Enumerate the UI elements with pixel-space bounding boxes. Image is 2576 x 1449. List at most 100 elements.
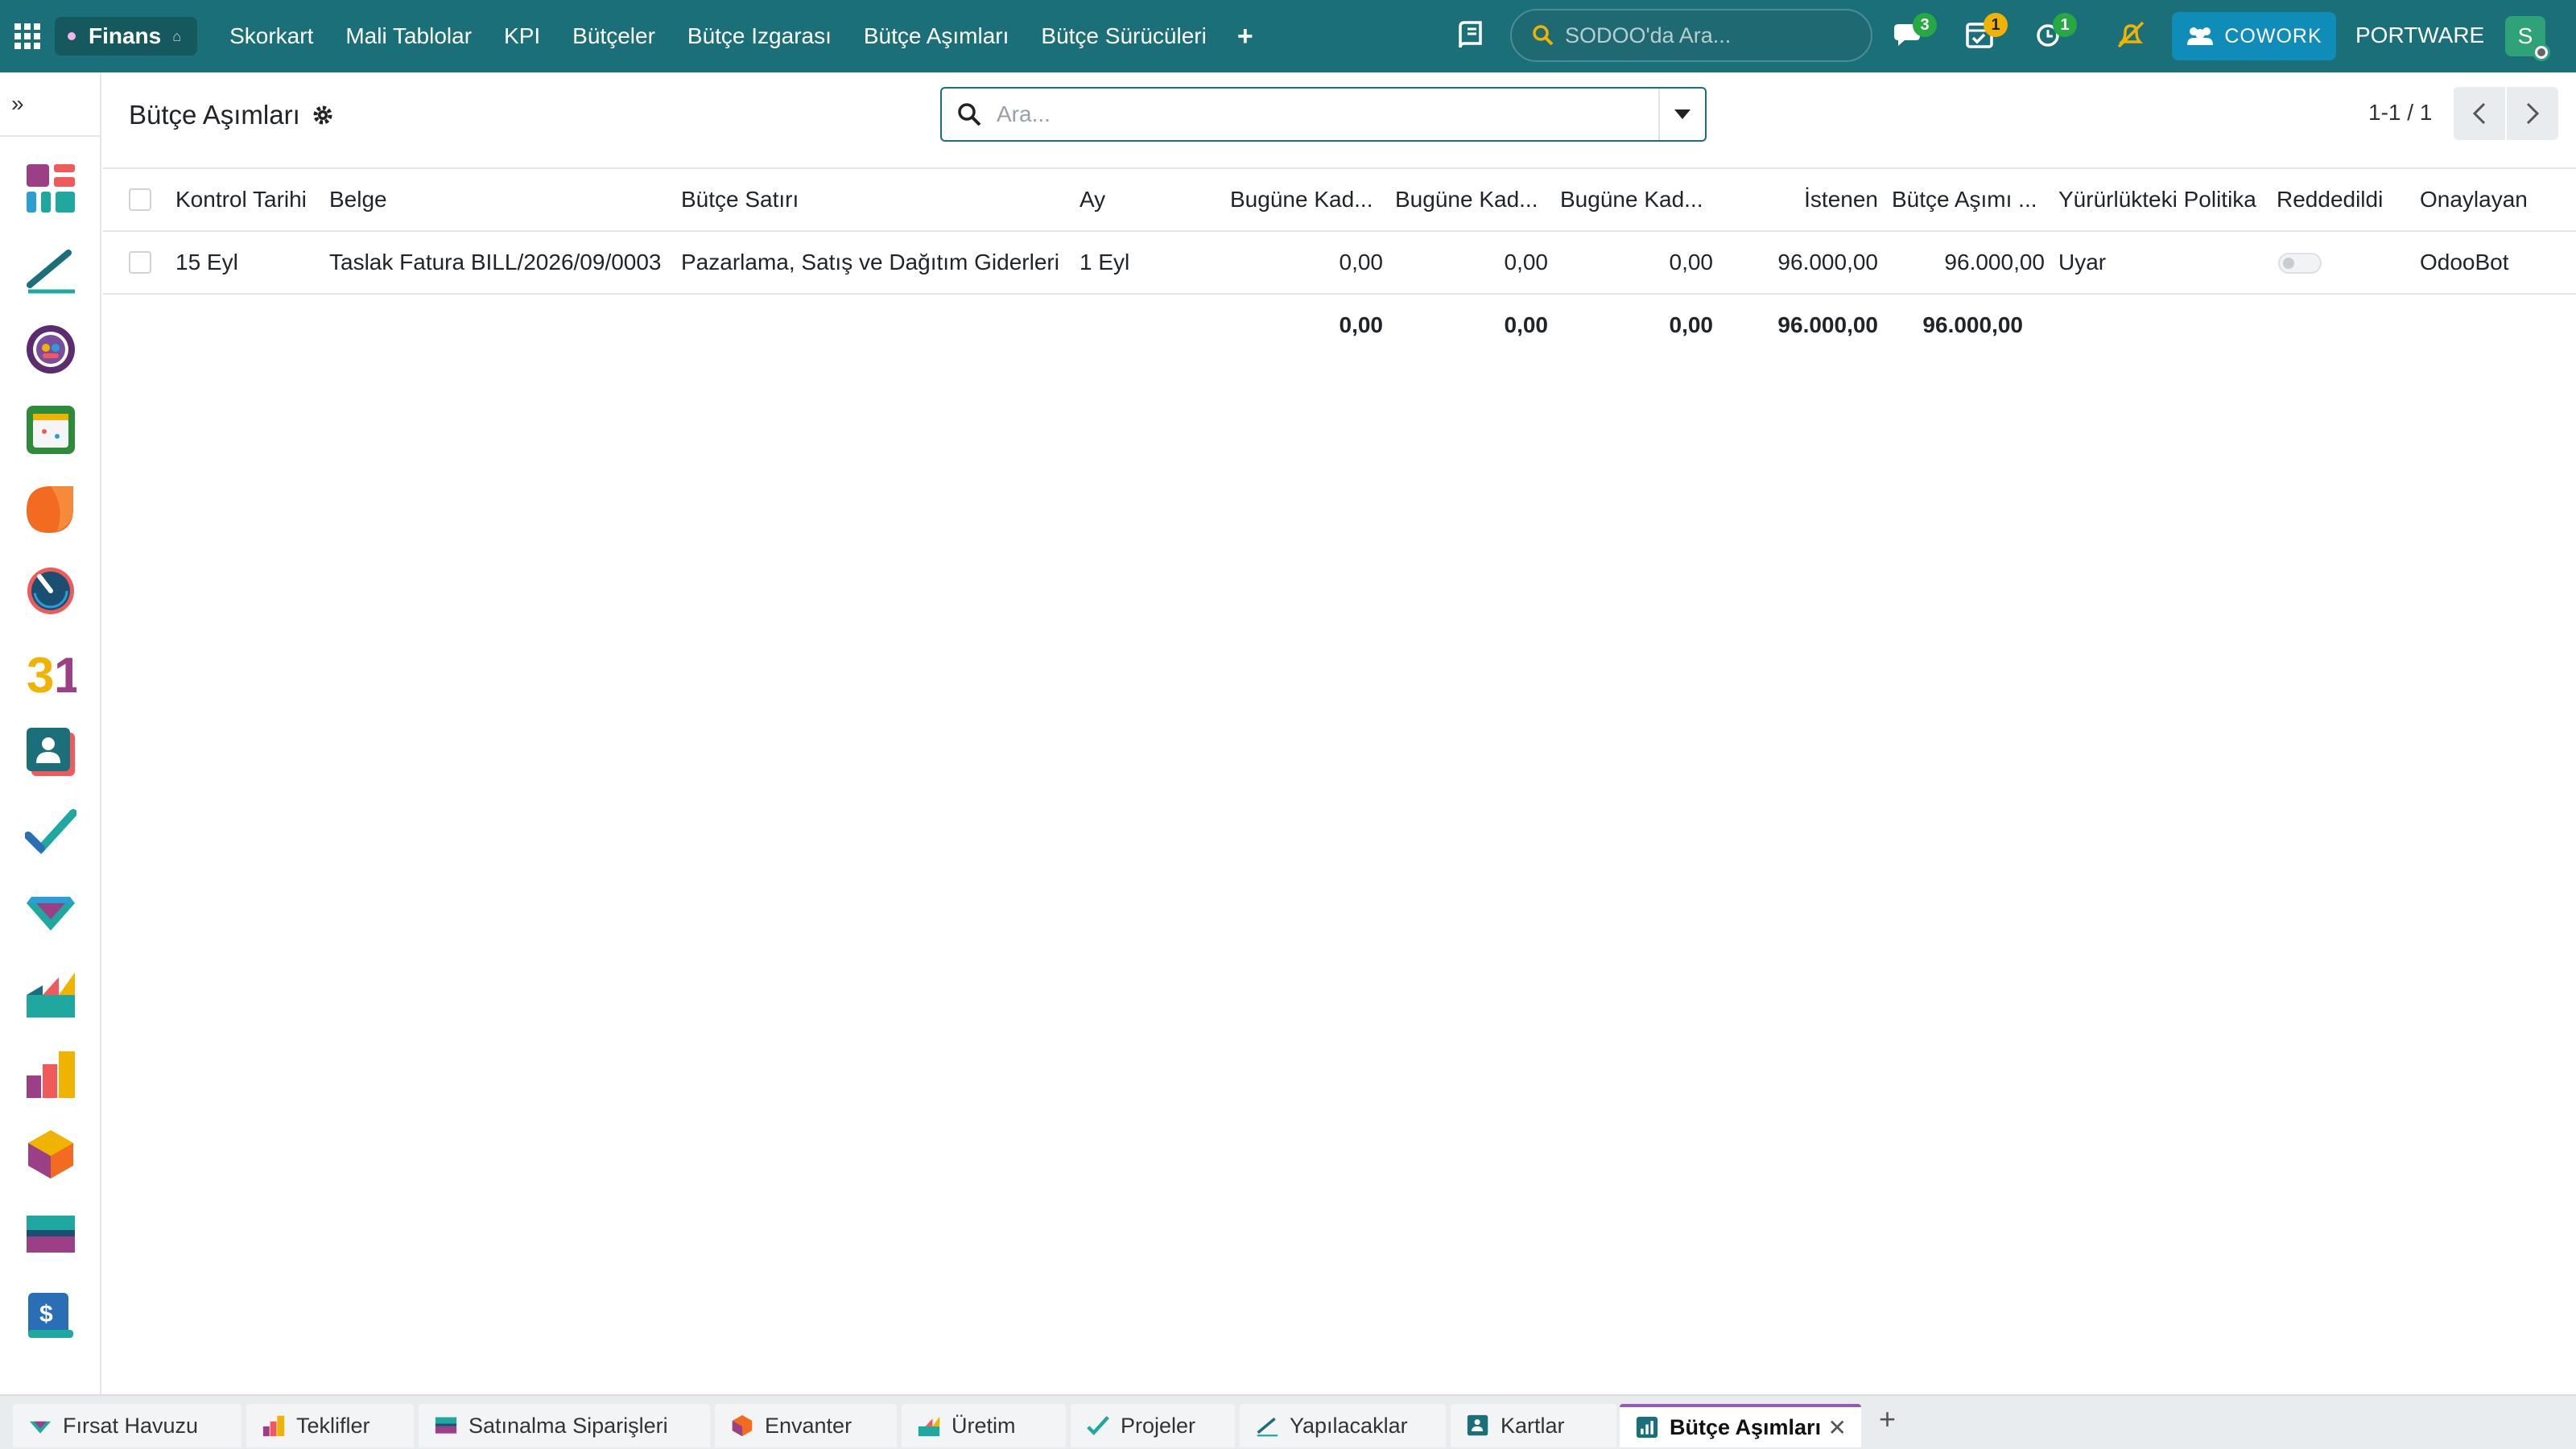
column-header-ay[interactable]: Ay	[1080, 169, 1200, 230]
contacts-icon[interactable]	[25, 726, 76, 778]
svg-text:1: 1	[54, 648, 76, 697]
select-all-checkbox[interactable]	[129, 188, 151, 211]
breadcrumb: Bütçe Aşımları	[129, 100, 334, 130]
table-header-row: Kontrol Tarihi Belge Bütçe Satırı Ay Bug…	[103, 169, 2576, 232]
menu-mali-tablolar[interactable]: Mali Tablolar	[345, 23, 472, 49]
company-switcher[interactable]: PORTWARE	[2355, 23, 2484, 48]
pager-value[interactable]: 1-1 / 1	[2368, 100, 2432, 126]
tab-projeler[interactable]: Projeler	[1071, 1404, 1235, 1447]
cell-bugune-kadar-1: 0,00	[1339, 250, 1384, 275]
column-header-bugune-kadar-1[interactable]: Bugüne Kad...	[1230, 169, 1379, 230]
tab-yapilacaklar[interactable]: Yapılacaklar	[1240, 1404, 1446, 1447]
global-search-placeholder: SODOO'da Ara...	[1565, 23, 1732, 47]
pager-previous-button[interactable]	[2454, 87, 2505, 140]
column-header-yururlukteki-politika[interactable]: Yürürlükteki Politika	[2058, 169, 2268, 230]
user-avatar[interactable]: S	[2505, 16, 2550, 61]
project-icon[interactable]	[25, 807, 76, 858]
users-icon	[2187, 27, 2214, 45]
messages-button[interactable]: 3	[1890, 13, 1937, 55]
invoice-icon[interactable]: $	[25, 1290, 76, 1341]
purchase-icon	[435, 1417, 457, 1434]
column-header-kontrol-tarihi[interactable]: Kontrol Tarihi	[175, 169, 328, 230]
contacts-icon	[1467, 1414, 1488, 1436]
menu-butce-izgarasi[interactable]: Bütçe Izgarası	[687, 23, 832, 49]
column-header-bugune-kadar-2[interactable]: Bugüne Kad...	[1395, 169, 1544, 230]
documentation-book-icon[interactable]	[1457, 19, 1484, 52]
cowork-button[interactable]: COWORK	[2172, 12, 2336, 60]
gear-icon[interactable]	[312, 104, 334, 126]
tab-uretim[interactable]: Üretim	[902, 1404, 1066, 1447]
table-row[interactable]: 15 Eyl Taslak Fatura BILL/2026/09/0003 P…	[103, 232, 2576, 295]
menu-skorkart[interactable]: Skorkart	[229, 23, 313, 49]
discuss-icon[interactable]	[25, 485, 76, 536]
total-istenen: 96.000,00	[1777, 312, 1878, 337]
current-app-button[interactable]: Finans ⌂	[55, 17, 198, 56]
column-header-belge[interactable]: Belge	[329, 169, 667, 230]
messages-badge: 3	[1913, 13, 1937, 37]
menu-butce-asimlari[interactable]: Bütçe Aşımları	[864, 23, 1009, 49]
purchase-icon[interactable]	[25, 1209, 76, 1261]
tab-firsat-havuzu[interactable]: Fırsat Havuzu	[13, 1404, 242, 1447]
timesheet-icon[interactable]	[25, 565, 76, 617]
pager-next-button[interactable]	[2507, 87, 2558, 140]
menu-kpi[interactable]: KPI	[504, 23, 540, 49]
manufacturing-icon[interactable]	[25, 968, 76, 1019]
search-icon	[1533, 25, 1554, 46]
notifications-off-button[interactable]	[2111, 14, 2151, 55]
current-app-name: Finans	[89, 23, 162, 48]
app-grid-icon[interactable]	[14, 23, 40, 49]
search-input[interactable]: Ara...	[997, 101, 1051, 127]
column-header-istenen[interactable]: İstenen	[1729, 169, 1878, 230]
close-tab-icon[interactable]: ✕	[1828, 1414, 1847, 1441]
menu-butce-suruculeri[interactable]: Bütçe Sürücüleri	[1041, 23, 1206, 49]
tab-satinalma-siparisleri[interactable]: Satınalma Siparişleri	[419, 1404, 710, 1447]
tab-label: Kartlar	[1501, 1413, 1565, 1438]
timer-button[interactable]: 1	[2030, 13, 2077, 55]
agenda-31-icon[interactable]: 3 1	[25, 646, 76, 697]
column-header-butce-asimi[interactable]: Bütçe Aşımı ...	[1892, 169, 2049, 230]
project-icon	[1087, 1416, 1109, 1435]
todo-icon[interactable]	[25, 243, 76, 295]
main-menu: Skorkart Mali Tablolar KPI Bütçeler Bütç…	[213, 21, 1253, 52]
dashboard-icon[interactable]	[25, 163, 76, 214]
chevron-right-icon	[2526, 102, 2539, 125]
cell-belge: Taslak Fatura BILL/2026/09/0003	[329, 250, 662, 275]
cell-onaylayan: OdooBot	[2420, 250, 2509, 275]
column-header-butce-satiri[interactable]: Bütçe Satırı	[681, 169, 1067, 230]
calendar-icon[interactable]	[25, 404, 76, 456]
crm-handshake-icon	[29, 1421, 52, 1434]
search-box[interactable]: Ara...	[940, 87, 1707, 142]
add-menu-button[interactable]: +	[1237, 21, 1253, 52]
activities-button[interactable]: 1	[1961, 13, 2008, 55]
cell-istenen: 96.000,00	[1777, 250, 1878, 275]
cell-bugune-kadar-3: 0,00	[1669, 250, 1714, 275]
global-search-box[interactable]: SODOO'da Ara...	[1510, 9, 1872, 62]
column-header-bugune-kadar-3[interactable]: Bugüne Kad...	[1560, 169, 1709, 230]
column-header-reddedildi[interactable]: Reddedildi	[2277, 169, 2413, 230]
total-bugune-kadar-3: 0,00	[1669, 312, 1714, 337]
tab-teklifler[interactable]: Teklifler	[246, 1404, 414, 1447]
tab-kartlar[interactable]: Kartlar	[1451, 1404, 1616, 1447]
column-header-onaylayan[interactable]: Onaylayan	[2420, 169, 2569, 230]
tab-label: Fırsat Havuzu	[63, 1413, 199, 1438]
rejected-toggle[interactable]	[2278, 253, 2322, 274]
inventory-icon[interactable]	[25, 1129, 76, 1180]
tab-label: Bütçe Aşımları	[1670, 1414, 1822, 1439]
menu-butceler[interactable]: Bütçeler	[572, 23, 655, 49]
add-tab-button[interactable]: +	[1879, 1402, 1896, 1436]
manufacturing-icon	[918, 1416, 940, 1437]
search-options-toggle[interactable]	[1658, 89, 1705, 140]
row-checkbox[interactable]	[129, 251, 151, 274]
svg-text:$: $	[39, 1301, 53, 1327]
cell-butce-satiri: Pazarlama, Satış ve Dağıtım Giderleri	[681, 250, 1059, 275]
tab-envanter[interactable]: Envanter	[715, 1404, 897, 1447]
cell-butce-asimi: 96.000,00	[1944, 250, 2045, 275]
crm-icon[interactable]	[25, 324, 76, 375]
total-bugune-kadar-2: 0,00	[1504, 312, 1549, 337]
sales-icon[interactable]	[25, 1048, 76, 1100]
timer-badge: 1	[2053, 13, 2077, 37]
tab-butce-asimlari[interactable]: Bütçe Aşımları ✕	[1620, 1404, 1861, 1447]
cell-ay: 1 Eyl	[1080, 250, 1130, 275]
crm-handshake-icon[interactable]	[25, 887, 76, 939]
sidebar-expand-icon[interactable]: »	[0, 72, 100, 137]
